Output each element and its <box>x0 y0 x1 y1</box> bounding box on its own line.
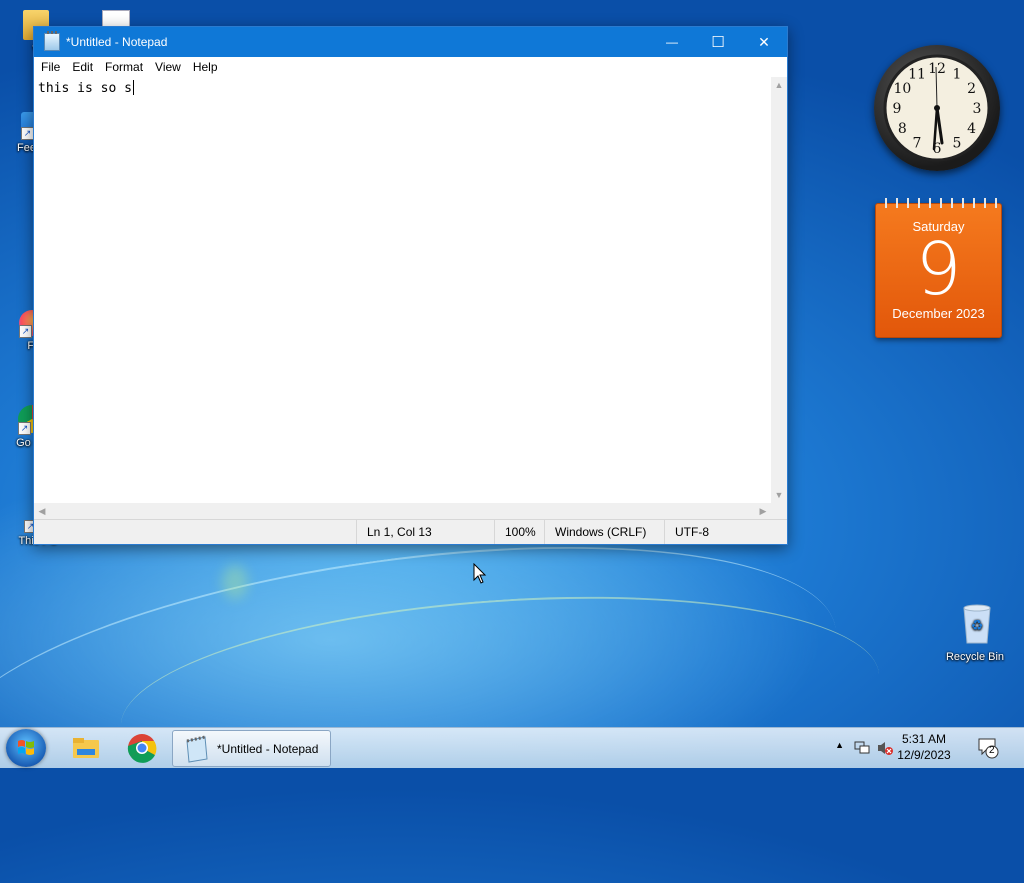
wallpaper-glow <box>222 565 248 599</box>
status-position: Ln 1, Col 13 <box>356 520 495 544</box>
scroll-right-icon[interactable]: ▶ <box>755 503 771 519</box>
mouse-cursor-icon <box>473 563 487 584</box>
svg-text:♻: ♻ <box>971 618 984 634</box>
minimize-icon: — <box>666 35 678 49</box>
taskbar-notepad[interactable]: *Untitled - Notepad <box>172 730 331 767</box>
scroll-up-icon[interactable]: ▲ <box>771 77 787 93</box>
maximize-icon: ☐ <box>711 34 725 51</box>
volume-muted-icon[interactable] <box>876 739 894 757</box>
notepad-window[interactable]: *Untitled - Notepad — ☐ ✕ File Edit Form… <box>33 26 788 545</box>
taskbar-file-explorer[interactable] <box>60 731 112 765</box>
file-explorer-icon <box>73 738 99 758</box>
text-editor[interactable]: this is so s <box>34 77 771 503</box>
menu-file[interactable]: File <box>36 60 67 74</box>
calendar-month: December 2023 <box>892 306 985 321</box>
menu-format[interactable]: Format <box>100 60 150 74</box>
notepad-icon <box>186 735 208 763</box>
taskbar-notepad-label: *Untitled - Notepad <box>217 741 319 756</box>
notification-count: 2 <box>989 745 995 756</box>
start-button[interactable] <box>6 729 46 767</box>
clock-numeral: 1 <box>953 66 962 82</box>
scroll-down-icon[interactable]: ▼ <box>771 487 787 503</box>
show-hidden-icons-icon[interactable]: ▲ <box>835 740 844 750</box>
vertical-scrollbar[interactable]: ▲ ▼ <box>771 77 787 503</box>
minimize-button[interactable]: — <box>649 27 695 57</box>
clock-numeral: 7 <box>913 136 922 152</box>
chrome-icon <box>127 734 157 763</box>
clock-numeral: 5 <box>953 136 962 152</box>
scrollbar-corner <box>771 503 787 520</box>
clock-numeral: 12 <box>928 61 946 77</box>
taskbar: *Untitled - Notepad ▲ 5:31 AM 12/9/2023 … <box>0 727 1024 768</box>
clock-numeral: 10 <box>893 81 911 97</box>
clock-numeral: 9 <box>893 101 902 117</box>
windows-logo-icon <box>18 740 34 755</box>
taskbar-date: 12/9/2023 <box>897 748 951 762</box>
title-bar[interactable]: *Untitled - Notepad — ☐ ✕ <box>34 27 787 57</box>
close-icon: ✕ <box>758 33 770 50</box>
clock-gadget[interactable]: 11 10 9 8 7 6 5 4 3 2 1 12 <box>874 45 1000 171</box>
action-center-button[interactable]: 2 <box>976 736 1000 760</box>
taskbar-chrome[interactable] <box>116 731 168 765</box>
status-bar: Ln 1, Col 13 100% Windows (CRLF) UTF-8 <box>34 519 787 544</box>
clock-face: 1110987 6 5432112 <box>883 54 991 162</box>
close-button[interactable]: ✕ <box>741 27 787 57</box>
notification-icon <box>978 738 999 759</box>
clock-numeral: 8 <box>898 121 907 137</box>
clock-numeral: 4 <box>967 121 976 137</box>
network-icon[interactable] <box>854 740 870 756</box>
taskbar-time: 5:31 AM <box>901 732 947 746</box>
horizontal-scrollbar[interactable]: ◀ ▶ <box>34 503 771 520</box>
maximize-button[interactable]: ☐ <box>695 27 741 57</box>
shortcut-arrow-icon: ↗ <box>18 422 31 435</box>
notepad-icon <box>44 31 60 51</box>
calendar-date: 9 <box>915 227 962 311</box>
status-zoom: 100% <box>494 520 545 544</box>
menu-bar: File Edit Format View Help <box>34 57 787 77</box>
calendar-rings <box>880 198 997 208</box>
scroll-left-icon[interactable]: ◀ <box>34 503 50 519</box>
clock-numeral: 3 <box>973 101 982 117</box>
clock-numeral: 11 <box>908 66 926 82</box>
calendar-gadget[interactable]: Saturday 9 December 2023 <box>875 198 1002 338</box>
menu-edit[interactable]: Edit <box>67 60 100 74</box>
recycle-bin-icon: ♻ <box>959 602 991 644</box>
clock-area[interactable]: 5:31 AM 12/9/2023 <box>896 731 952 763</box>
status-encoding: UTF-8 <box>664 520 775 544</box>
shortcut-arrow-icon: ↗ <box>19 325 32 338</box>
window-title: *Untitled - Notepad <box>66 35 168 49</box>
menu-view[interactable]: View <box>150 60 188 74</box>
clock-numeral: 2 <box>967 81 976 97</box>
text-caret <box>132 80 134 95</box>
desktop-icon-recycle-bin[interactable]: ♻ Recycle Bin <box>943 602 1007 664</box>
menu-help[interactable]: Help <box>188 60 225 74</box>
desktop-icon-label: Recycle Bin <box>945 651 1005 663</box>
editor-content: this is so s <box>38 81 132 96</box>
status-line-ending: Windows (CRLF) <box>544 520 665 544</box>
